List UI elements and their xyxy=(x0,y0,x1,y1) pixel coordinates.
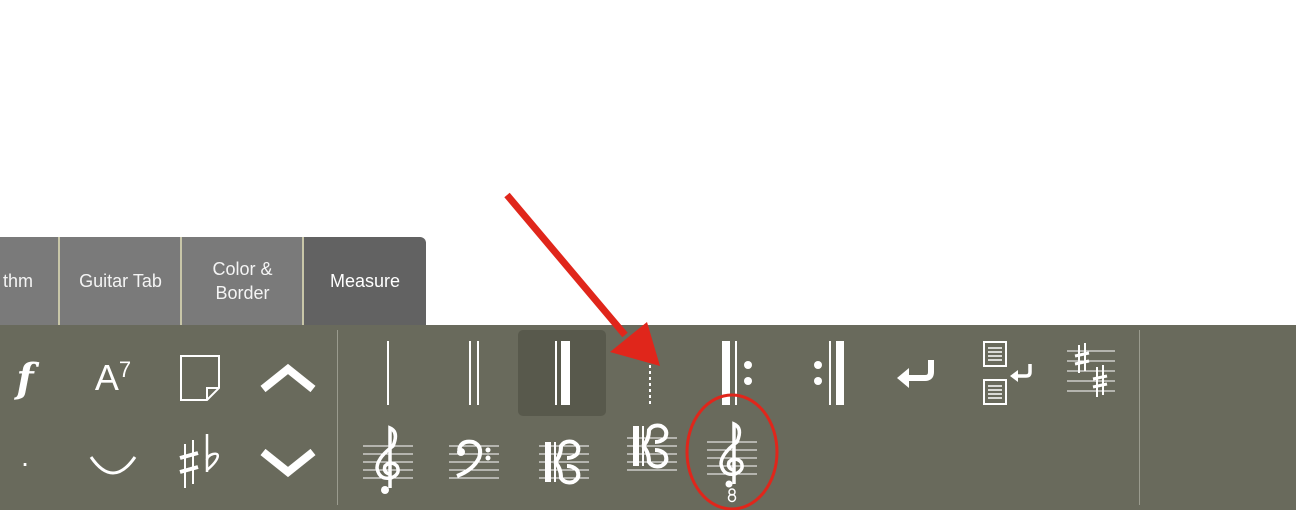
chord-root-label: A xyxy=(94,357,119,398)
line-break-icon xyxy=(897,360,934,388)
treble-clef-icon xyxy=(363,425,413,494)
staccato-icon: · xyxy=(20,447,30,478)
final-barline-button[interactable] xyxy=(518,330,606,416)
alto-clef-button[interactable] xyxy=(526,418,602,500)
palette-tab-bar: thm Guitar Tab Color & Border Measure xyxy=(0,237,426,325)
double-barline-icon xyxy=(469,341,479,405)
dotted-barline-button[interactable] xyxy=(612,330,688,416)
text-note-button[interactable] xyxy=(170,343,230,413)
treble-8vb-clef-icon xyxy=(707,421,757,503)
dynamics-button[interactable]: f xyxy=(0,343,50,413)
move-down-button[interactable] xyxy=(255,428,321,498)
tenor-clef-button[interactable] xyxy=(614,410,690,492)
measure-palette-toolbar: f A7 · xyxy=(0,325,1296,510)
treble-8vb-clef-button[interactable] xyxy=(700,418,764,504)
move-down-icon xyxy=(260,448,316,478)
tab-rhythm-label: thm xyxy=(2,271,33,291)
dotted-barline-icon xyxy=(649,341,651,405)
tab-measure-label: Measure xyxy=(329,271,401,291)
tenor-clef-icon xyxy=(627,423,677,471)
bass-clef-button[interactable] xyxy=(436,418,512,500)
tab-color-border-label: Color & Border xyxy=(212,259,273,303)
page-break-icon xyxy=(983,341,1032,405)
repeat-start-icon xyxy=(722,341,752,405)
double-barline-button[interactable] xyxy=(436,330,512,416)
alto-clef-icon xyxy=(539,439,589,485)
chord-symbol-button[interactable]: A7 xyxy=(78,343,148,413)
single-barline-icon xyxy=(387,341,389,405)
tab-color-border[interactable]: Color & Border xyxy=(180,237,303,325)
treble-clef-button[interactable] xyxy=(350,418,426,500)
tab-guitar-tab-label: Guitar Tab xyxy=(79,271,162,291)
page-break-button[interactable] xyxy=(968,330,1048,416)
repeat-end-icon xyxy=(814,341,844,405)
chord-symbol-icon: A7 xyxy=(95,357,131,399)
dynamics-icon: f xyxy=(16,354,34,402)
slur-icon xyxy=(89,456,137,475)
move-up-icon xyxy=(260,363,316,393)
tab-measure[interactable]: Measure xyxy=(302,237,426,325)
repeat-start-button[interactable] xyxy=(700,330,776,416)
accidentals-button[interactable] xyxy=(170,425,230,495)
single-barline-button[interactable] xyxy=(350,330,426,416)
annotation-arrow-shaft xyxy=(504,192,628,338)
line-break-button[interactable] xyxy=(878,330,954,416)
repeat-end-button[interactable] xyxy=(792,330,868,416)
palette-divider-right xyxy=(1139,330,1140,505)
final-barline-icon xyxy=(555,341,570,405)
bass-clef-icon xyxy=(449,439,499,479)
move-up-button[interactable] xyxy=(255,343,321,413)
accidentals-icon xyxy=(179,434,220,488)
slur-button[interactable] xyxy=(82,428,144,498)
staccato-button[interactable]: · xyxy=(0,428,50,498)
chord-superscript-label: 7 xyxy=(118,357,132,382)
key-signature-icon xyxy=(1067,343,1115,397)
key-signature-button[interactable] xyxy=(1060,330,1122,416)
palette-divider-left xyxy=(337,330,338,505)
text-note-icon xyxy=(180,355,220,401)
tab-guitar-tab[interactable]: Guitar Tab xyxy=(58,237,181,325)
tab-rhythm[interactable]: thm xyxy=(0,237,58,325)
